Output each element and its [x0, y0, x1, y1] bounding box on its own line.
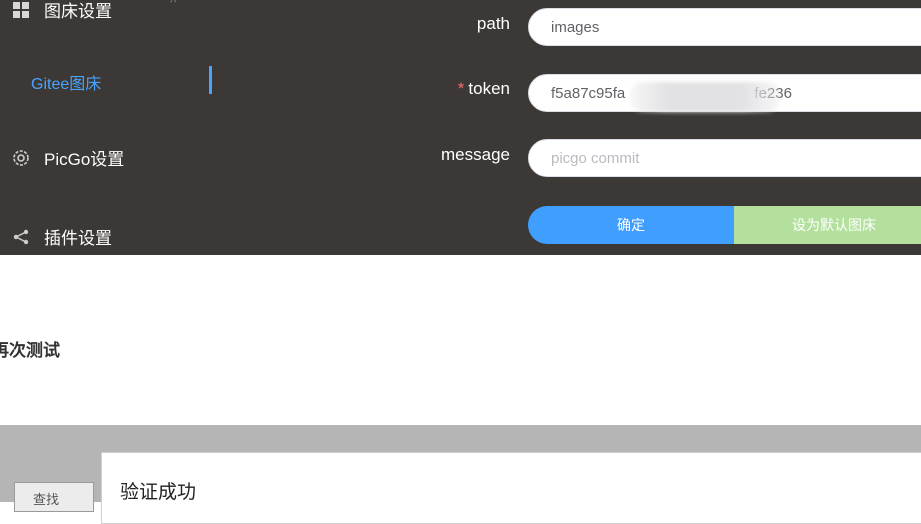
share-icon: [10, 226, 32, 248]
section-heading: 再次测试: [0, 341, 60, 360]
settings-screenshot: 图床设置 ^ Gitee图床 PicGo设置 插件设置 path *token: [0, 0, 921, 255]
sidebar-item-label: 插件设置: [44, 229, 112, 248]
path-input[interactable]: [528, 8, 921, 46]
active-indicator: [209, 66, 212, 94]
sidebar-item-gitee[interactable]: Gitee图床: [31, 70, 101, 94]
find-button[interactable]: 查找: [14, 482, 94, 512]
grid-icon: [10, 0, 32, 21]
success-dialog: 验证成功: [101, 452, 921, 524]
redaction-blur: [630, 82, 780, 112]
sidebar-item-label: 图床设置: [44, 2, 112, 21]
gear-icon: [10, 147, 32, 169]
token-label-text: token: [468, 79, 510, 98]
set-default-button[interactable]: 设为默认图床: [734, 206, 921, 244]
sidebar-item-pic-bed-settings[interactable]: 图床设置: [10, 0, 112, 22]
confirm-button[interactable]: 确定: [528, 206, 734, 244]
message-input[interactable]: [528, 139, 921, 177]
sidebar-item-label: PicGo设置: [44, 150, 125, 169]
path-label: path: [476, 14, 510, 33]
required-mark: *: [457, 79, 465, 98]
sidebar-item-plugin-settings[interactable]: 插件设置: [10, 224, 112, 249]
sidebar-item-picgo-settings[interactable]: PicGo设置: [10, 145, 124, 170]
dialog-title: 验证成功: [120, 482, 197, 503]
result-screenshot: 查找 验证成功: [0, 425, 921, 524]
chevron-up-icon[interactable]: ^: [170, 0, 177, 10]
message-label: message: [441, 145, 510, 164]
token-label: * token: [458, 79, 510, 99]
